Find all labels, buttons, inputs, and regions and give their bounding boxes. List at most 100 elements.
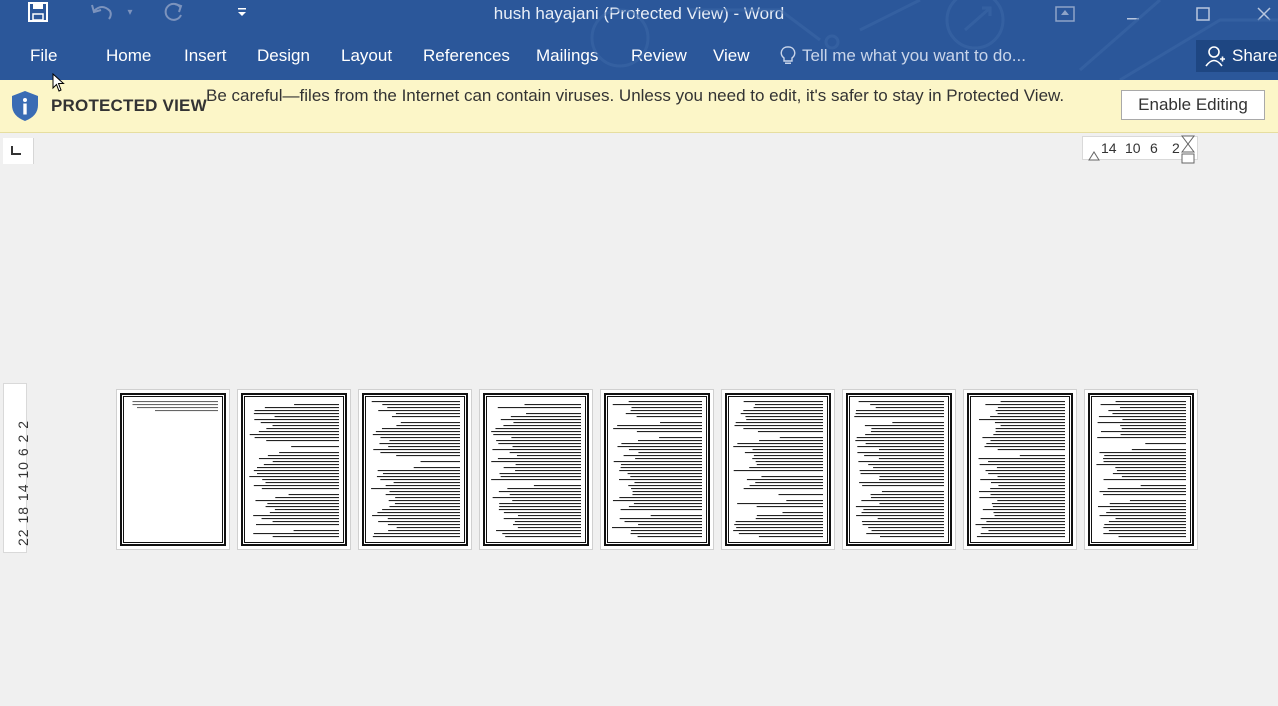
text-line (291, 446, 339, 448)
text-line (1121, 428, 1186, 430)
text-line (275, 497, 339, 499)
text-line (513, 524, 581, 526)
page-thumbnail[interactable] (842, 389, 956, 550)
text-line (253, 413, 339, 415)
close-icon[interactable] (1250, 0, 1278, 28)
text-line (752, 449, 823, 451)
text-line (630, 410, 702, 412)
text-line (980, 479, 1065, 481)
text-line (1122, 419, 1186, 421)
text-line (253, 470, 339, 472)
tab-insert[interactable]: Insert (184, 46, 227, 66)
text-line (979, 464, 1065, 466)
page-thumbnail[interactable] (237, 389, 351, 550)
text-line (758, 536, 823, 538)
text-line (261, 488, 339, 490)
tell-me-box[interactable]: Tell me what you want to do... (780, 46, 1026, 66)
enable-editing-button[interactable]: Enable Editing (1121, 90, 1265, 120)
page-thumbnail[interactable] (116, 389, 230, 550)
text-line (617, 446, 702, 448)
text-line (1097, 437, 1186, 439)
text-line (265, 482, 339, 484)
page-border (1088, 393, 1194, 546)
page-thumbnail[interactable] (358, 389, 472, 550)
text-line (855, 413, 944, 415)
text-line (1099, 491, 1186, 493)
text-line (633, 503, 702, 505)
text-line (756, 464, 823, 466)
text-line (1103, 533, 1186, 535)
text-line (740, 413, 823, 415)
text-line (387, 524, 460, 526)
text-line (382, 509, 460, 511)
text-line (995, 431, 1065, 433)
text-line (857, 446, 944, 448)
text-line (979, 491, 1065, 493)
text-line (877, 518, 944, 520)
text-line (855, 506, 944, 508)
text-line (660, 422, 702, 424)
text-line (628, 506, 702, 508)
text-line (503, 512, 581, 514)
text-line (378, 521, 460, 523)
text-line (878, 458, 944, 460)
tab-layout[interactable]: Layout (341, 46, 392, 66)
indent-marker-icon[interactable] (1088, 149, 1100, 161)
page-thumbnail[interactable] (963, 389, 1077, 550)
page-thumbnail[interactable] (600, 389, 714, 550)
text-line (733, 470, 823, 472)
tab-references[interactable]: References (423, 46, 510, 66)
page-thumbnail[interactable] (721, 389, 835, 550)
tab-view[interactable]: View (713, 46, 750, 66)
text-line (396, 425, 460, 427)
text-line (1118, 536, 1186, 538)
text-line (870, 431, 944, 433)
text-line (375, 431, 460, 433)
text-line (391, 416, 460, 418)
text-line (1103, 479, 1186, 481)
horizontal-ruler[interactable]: 14 10 6 2 (1082, 135, 1198, 164)
text-line (779, 437, 823, 439)
page-text-content (249, 404, 339, 538)
text-line (389, 440, 460, 442)
tab-review[interactable]: Review (631, 46, 687, 66)
text-line (1099, 452, 1186, 454)
text-line (859, 470, 944, 472)
page-text-content (854, 401, 944, 538)
text-line (492, 497, 581, 499)
page-border (483, 393, 589, 546)
text-line (503, 518, 581, 520)
tab-design[interactable]: Design (257, 46, 310, 66)
page-thumbnail[interactable] (1084, 389, 1198, 550)
text-line (754, 404, 823, 406)
tab-selector[interactable] (3, 138, 34, 164)
text-line (875, 407, 944, 409)
text-line (636, 431, 702, 433)
text-line (264, 407, 339, 409)
text-line (612, 500, 702, 502)
text-line (1129, 500, 1186, 502)
text-line (1108, 530, 1186, 532)
text-line (372, 434, 460, 436)
text-line (400, 422, 460, 424)
text-line (870, 494, 944, 496)
tab-home[interactable]: Home (106, 46, 151, 66)
text-line (630, 533, 702, 535)
text-line (982, 509, 1065, 511)
ribbon-display-options-icon[interactable] (1042, 0, 1088, 28)
tab-mailings[interactable]: Mailings (536, 46, 598, 66)
page-text-content (975, 401, 1065, 538)
text-line (1103, 494, 1186, 496)
text-line (613, 461, 702, 463)
text-line (650, 515, 702, 517)
minimize-icon[interactable] (1110, 0, 1156, 28)
page-thumbnail[interactable] (479, 389, 593, 550)
text-line (420, 461, 460, 463)
protected-view-label: PROTECTED VIEW (51, 96, 207, 115)
page-text-content (371, 401, 460, 538)
right-indent-marker-icon[interactable] (1181, 135, 1195, 165)
text-line (892, 422, 944, 424)
share-button[interactable]: Share (1196, 40, 1278, 72)
maximize-icon[interactable] (1180, 0, 1226, 28)
tab-file[interactable]: File (30, 46, 57, 66)
